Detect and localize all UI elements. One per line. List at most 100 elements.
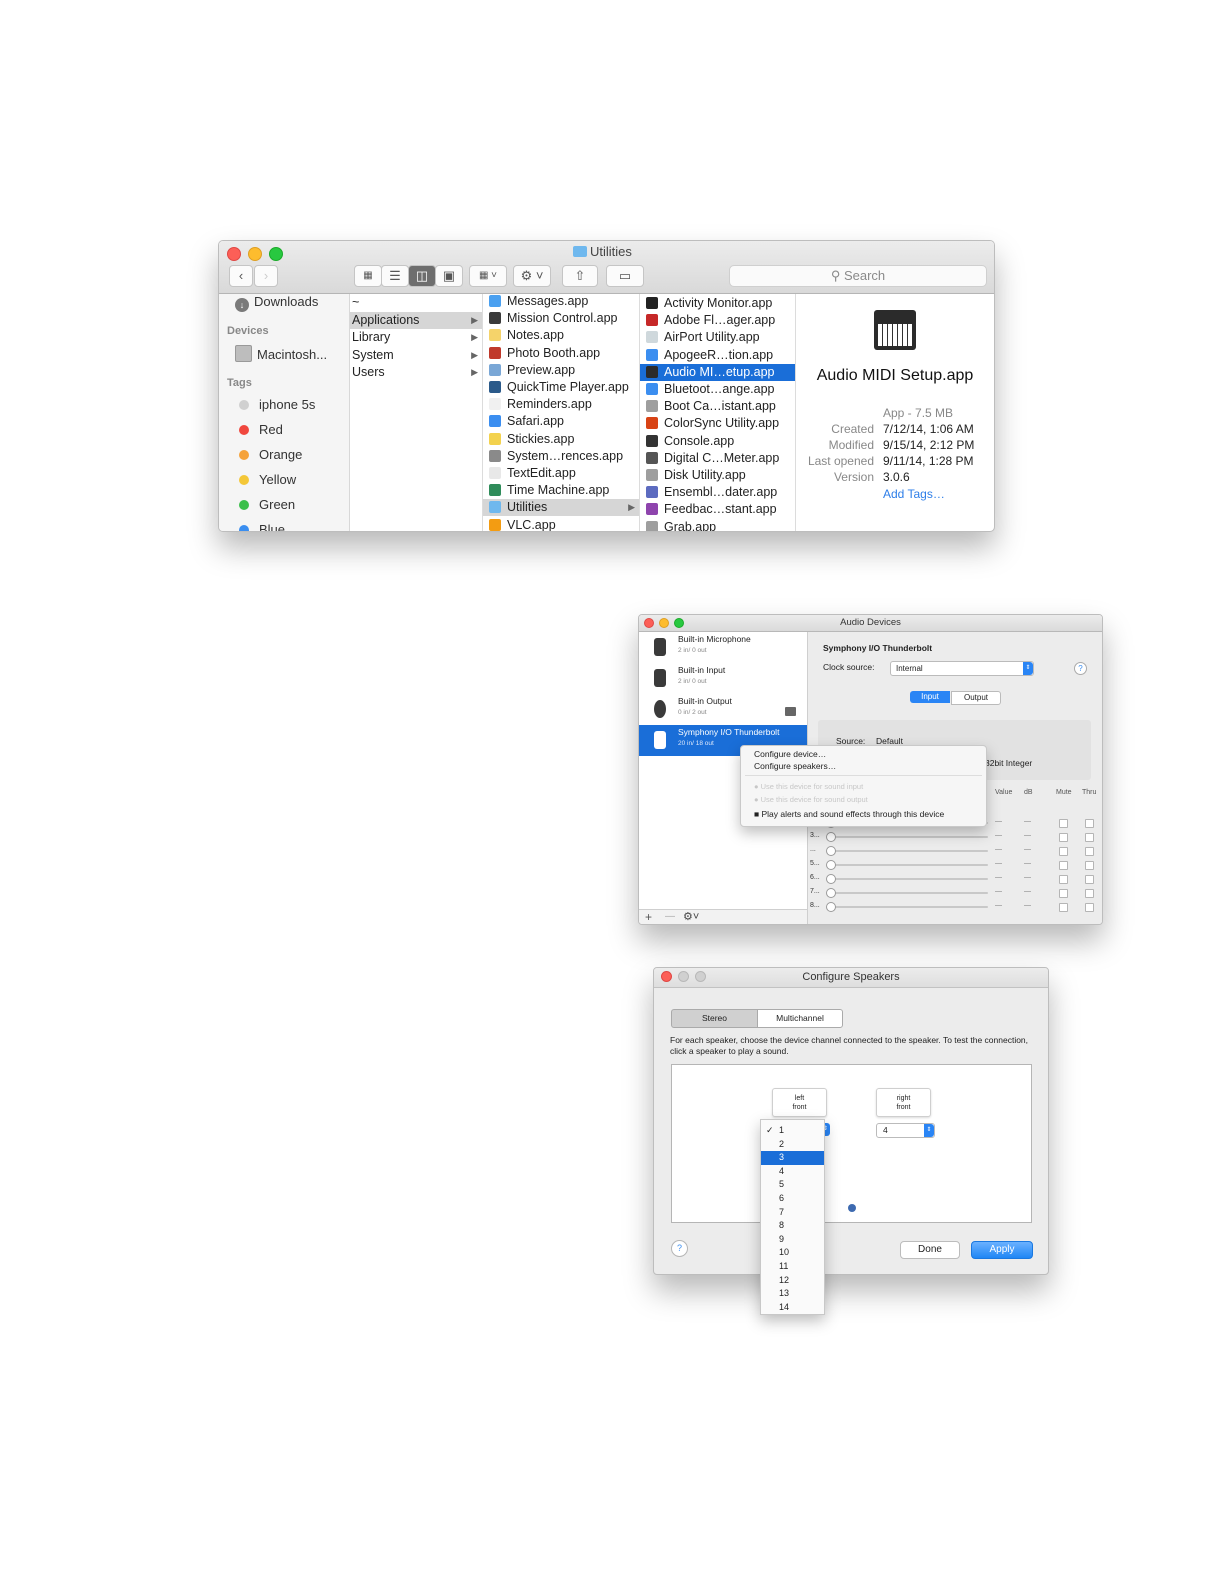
file-item[interactable]: Notes.app	[483, 327, 639, 344]
file-item[interactable]: Digital C…Meter.app	[640, 450, 795, 467]
thru-checkbox[interactable]	[1085, 875, 1094, 884]
menu-play-alerts[interactable]: ■ Play alerts and sound effects through …	[754, 809, 944, 819]
file-item[interactable]: Reminders.app	[483, 396, 639, 413]
file-item[interactable]: Time Machine.app	[483, 482, 639, 499]
mute-checkbox[interactable]	[1059, 889, 1068, 898]
right-channel-select[interactable]: 4 ⇕	[876, 1123, 935, 1138]
slider-knob[interactable]	[826, 888, 836, 898]
thru-checkbox[interactable]	[1085, 819, 1094, 828]
cover-flow-button[interactable]: ▣	[435, 265, 463, 287]
add-tags-link[interactable]: Add Tags…	[883, 487, 945, 501]
sidebar-tag-item[interactable]: Yellow	[239, 472, 296, 487]
volume-slider[interactable]	[828, 836, 988, 838]
file-item[interactable]: Safari.app	[483, 413, 639, 430]
file-item[interactable]: Activity Monitor.app	[640, 295, 795, 312]
folder-item[interactable]: Users ▶	[350, 364, 482, 381]
menu-configure-device[interactable]: Configure device…	[754, 749, 826, 759]
thru-checkbox[interactable]	[1085, 889, 1094, 898]
volume-slider[interactable]	[828, 850, 988, 852]
file-item[interactable]: Photo Booth.app	[483, 345, 639, 362]
done-button[interactable]: Done	[900, 1241, 960, 1259]
device-row[interactable]: Built-in Microphone 2 in/ 0 out	[639, 632, 807, 663]
channel-option[interactable]: 14	[761, 1301, 824, 1315]
file-item[interactable]: Disk Utility.app	[640, 467, 795, 484]
channel-option[interactable]: 10	[761, 1246, 824, 1260]
forward-button[interactable]: ›	[254, 265, 278, 287]
thru-checkbox[interactable]	[1085, 861, 1094, 870]
sidebar-tag-item[interactable]: Red	[239, 422, 283, 437]
folder-item[interactable]: Library ▶	[350, 329, 482, 346]
thru-checkbox[interactable]	[1085, 903, 1094, 912]
action-button[interactable]: ⚙ ˅	[513, 265, 551, 287]
zoom-button[interactable]	[269, 247, 283, 261]
channel-option[interactable]: 9	[761, 1233, 824, 1247]
mute-checkbox[interactable]	[1059, 875, 1068, 884]
channel-option[interactable]: 8	[761, 1219, 824, 1233]
list-view-button[interactable]: ☰	[381, 265, 409, 287]
folder-item[interactable]: ~	[350, 294, 482, 311]
file-item[interactable]: TextEdit.app	[483, 465, 639, 482]
file-item[interactable]: Adobe Fl…ager.app	[640, 312, 795, 329]
arrange-button[interactable]: ▦ ˅	[469, 265, 507, 287]
thru-checkbox[interactable]	[1085, 847, 1094, 856]
file-item[interactable]: Boot Ca…istant.app	[640, 398, 795, 415]
zoom-button[interactable]	[674, 618, 684, 628]
channel-option[interactable]: 5	[761, 1178, 824, 1192]
clock-source-select[interactable]: Internal ⇕	[890, 661, 1034, 676]
file-item[interactable]: Ensembl…dater.app	[640, 484, 795, 501]
channel-option[interactable]: ✓ 1	[761, 1124, 824, 1138]
mute-checkbox[interactable]	[1059, 903, 1068, 912]
file-item[interactable]: Messages.app	[483, 293, 639, 310]
tab-stereo[interactable]: Stereo	[671, 1009, 758, 1028]
channel-option[interactable]: 11	[761, 1260, 824, 1274]
mute-checkbox[interactable]	[1059, 847, 1068, 856]
file-item[interactable]: QuickTime Player.app	[483, 379, 639, 396]
file-item[interactable]: AirPort Utility.app	[640, 329, 795, 346]
channel-option[interactable]: 6	[761, 1192, 824, 1206]
volume-slider[interactable]	[828, 864, 988, 866]
channel-option[interactable]: 3	[761, 1151, 824, 1165]
file-item[interactable]: Audio MI…etup.app	[640, 363, 795, 381]
remove-device-button[interactable]: —	[665, 911, 675, 922]
sidebar-tag-item[interactable]: Blue	[239, 522, 285, 531]
slider-knob[interactable]	[826, 902, 836, 912]
slider-knob[interactable]	[826, 874, 836, 884]
sidebar-item-macintosh[interactable]: Macintosh...	[235, 345, 327, 362]
apply-button[interactable]: Apply	[971, 1241, 1033, 1259]
column-view-button[interactable]: ◫	[408, 265, 436, 287]
icon-view-button[interactable]: ▦	[354, 265, 382, 287]
file-item[interactable]: Bluetoot…ange.app	[640, 381, 795, 398]
add-device-button[interactable]: +	[645, 910, 652, 924]
right-front-speaker[interactable]: right front	[876, 1088, 931, 1117]
help-button[interactable]: ?	[671, 1240, 688, 1257]
tab-input[interactable]: Input	[910, 691, 950, 703]
close-button[interactable]	[644, 618, 654, 628]
volume-slider[interactable]	[828, 878, 988, 880]
sidebar-tag-item[interactable]: iphone 5s	[239, 397, 315, 412]
file-item[interactable]: Utilities ▶	[483, 499, 639, 517]
minimize-button[interactable]	[659, 618, 669, 628]
file-item[interactable]: Mission Control.app	[483, 310, 639, 327]
mute-checkbox[interactable]	[1059, 833, 1068, 842]
back-button[interactable]: ‹	[229, 265, 253, 287]
minimize-button[interactable]	[248, 247, 262, 261]
file-item[interactable]: Grab.app	[640, 519, 795, 531]
channel-option[interactable]: 13	[761, 1287, 824, 1301]
file-item[interactable]: VLC.app	[483, 517, 639, 531]
sidebar-tag-item[interactable]: Green	[239, 497, 295, 512]
mute-checkbox[interactable]	[1059, 819, 1068, 828]
file-item[interactable]: Feedbac…stant.app	[640, 501, 795, 518]
gear-icon[interactable]: ⚙˅	[683, 910, 699, 923]
channel-option[interactable]: 4	[761, 1165, 824, 1179]
menu-use-output[interactable]: ● Use this device for sound output	[754, 795, 868, 804]
file-item[interactable]: Console.app	[640, 433, 795, 450]
help-button[interactable]: ?	[1074, 662, 1087, 675]
thru-checkbox[interactable]	[1085, 833, 1094, 842]
left-front-speaker[interactable]: left front	[772, 1088, 827, 1117]
tab-output[interactable]: Output	[951, 691, 1001, 705]
tab-multichannel[interactable]: Multichannel	[757, 1009, 843, 1028]
tags-button[interactable]: ▭	[606, 265, 644, 287]
channel-option[interactable]: 12	[761, 1274, 824, 1288]
sidebar-tag-item[interactable]: Orange	[239, 447, 302, 462]
folder-item[interactable]: System ▶	[350, 347, 482, 364]
